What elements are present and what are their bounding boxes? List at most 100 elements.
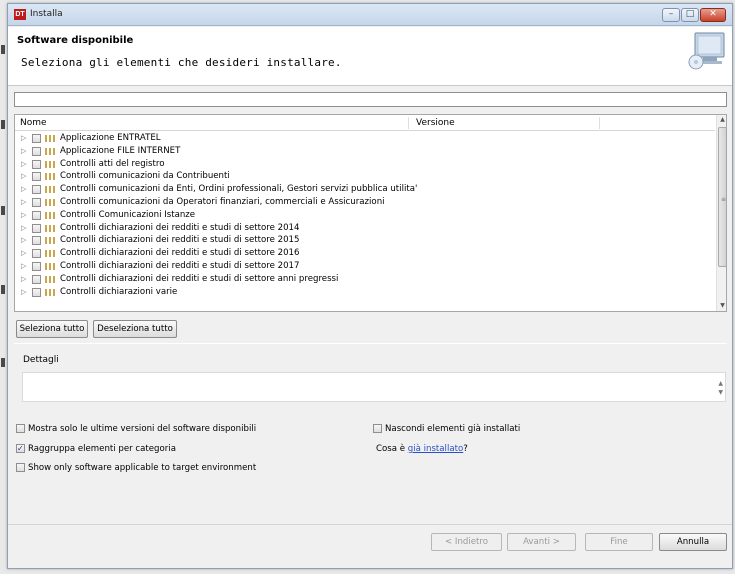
page-subtitle: Seleziona gli elementi che desideri inst… (21, 56, 342, 69)
tree-row[interactable]: ▷ Controlli comunicazioni da Enti, Ordini… (15, 183, 715, 196)
row-label: Controlli dichiarazioni dei redditi e st… (60, 273, 339, 284)
expand-arrow-icon[interactable]: ▷ (21, 160, 27, 168)
package-icon (45, 288, 55, 296)
tree-row[interactable]: ▷ Controlli comunicazioni da Operatori fi… (15, 196, 715, 209)
select-all-button[interactable]: Seleziona tutto (16, 320, 88, 338)
row-label: Controlli comunicazioni da Enti, Ordini … (60, 184, 418, 195)
row-checkbox[interactable] (32, 223, 41, 233)
option-latest-versions[interactable]: Mostra solo le ultime versioni del softw… (16, 424, 256, 434)
row-checkbox[interactable] (32, 210, 41, 220)
hide-installed-label: Nascondi elementi già installati (385, 424, 521, 434)
tree-row[interactable]: ▷ Controlli dichiarazioni dei redditi e s… (15, 247, 715, 260)
target-environment-label: Show only software applicable to target … (28, 463, 257, 473)
maximize-button[interactable]: □ (681, 8, 699, 22)
row-label: Controlli dichiarazioni dei redditi e st… (60, 260, 300, 271)
tree-header: Nome Versione (15, 115, 715, 131)
row-label: Controlli dichiarazioni dei redditi e st… (60, 235, 300, 246)
row-label: Controlli dichiarazioni dei redditi e st… (60, 222, 300, 233)
package-icon (45, 173, 55, 181)
scrollbar-thumb[interactable]: ≡ (718, 127, 726, 267)
expand-arrow-icon[interactable]: ▷ (21, 198, 27, 206)
expand-arrow-icon[interactable]: ▷ (21, 288, 27, 296)
title-bar: DT Installa – □ ✕ (8, 4, 732, 26)
expand-arrow-icon[interactable]: ▷ (21, 262, 27, 270)
column-divider[interactable] (408, 117, 409, 129)
expand-arrow-icon[interactable]: ▷ (21, 275, 27, 283)
expand-arrow-icon[interactable]: ▷ (21, 172, 27, 180)
deselect-all-button[interactable]: Deseleziona tutto (93, 320, 177, 338)
tree-row[interactable]: ▷ Controlli dichiarazioni varie (15, 286, 715, 299)
close-button[interactable]: ✕ (700, 8, 726, 22)
row-checkbox[interactable] (32, 261, 41, 271)
installed-note-prefix: Cosa è (376, 444, 408, 454)
expand-arrow-icon[interactable]: ▷ (21, 134, 27, 142)
column-header-version[interactable]: Versione (416, 118, 455, 128)
column-divider[interactable] (599, 117, 600, 129)
row-label: Controlli dichiarazioni dei redditi e st… (60, 248, 300, 259)
row-checkbox[interactable] (32, 197, 41, 207)
tree-row[interactable]: ▷ Controlli Comunicazioni Istanze (15, 209, 715, 222)
expand-arrow-icon[interactable]: ▷ (21, 185, 27, 193)
scroll-up-arrow-icon[interactable]: ▲ (717, 115, 726, 125)
column-header-name[interactable]: Nome (20, 118, 47, 128)
tree-rows: ▷ Applicazione ENTRATEL ▷ Applicazione FIL… (15, 132, 715, 298)
expand-arrow-icon[interactable]: ▷ (21, 224, 27, 232)
row-checkbox[interactable] (32, 287, 41, 297)
option-target-environment[interactable]: Show only software applicable to target … (16, 463, 256, 473)
package-icon (45, 237, 55, 245)
next-button[interactable]: Avanti > (507, 533, 576, 551)
back-button[interactable]: < Indietro (431, 533, 502, 551)
tree-row[interactable]: ▷ Controlli dichiarazioni dei redditi e s… (15, 273, 715, 286)
group-by-category-label: Raggruppa elementi per categoria (28, 444, 176, 454)
expand-arrow-icon[interactable]: ▷ (21, 211, 27, 219)
tree-row[interactable]: ▷ Controlli dichiarazioni dei redditi e s… (15, 260, 715, 273)
row-label: Applicazione ENTRATEL (60, 133, 161, 143)
row-checkbox[interactable] (32, 274, 41, 284)
hide-installed-checkbox[interactable] (373, 424, 382, 433)
already-installed-link[interactable]: già installato (408, 444, 463, 454)
scroll-down-arrow-icon[interactable]: ▼ (717, 301, 726, 311)
option-group-by-category[interactable]: Raggruppa elementi per categoria (16, 444, 176, 454)
package-icon (45, 224, 55, 232)
target-environment-checkbox[interactable] (16, 463, 25, 472)
row-label: Controlli atti del registro (60, 158, 165, 169)
group-by-category-checkbox[interactable] (16, 444, 25, 453)
row-checkbox[interactable] (32, 146, 41, 156)
latest-versions-label: Mostra solo le ultime versioni del softw… (28, 424, 257, 434)
tree-row[interactable]: ▷ Controlli comunicazioni da Contribuenti (15, 170, 715, 183)
installed-note-suffix: ? (463, 444, 468, 454)
row-label: Controlli Comunicazioni Istanze (60, 209, 196, 220)
tree-row[interactable]: ▷ Controlli atti del registro (15, 158, 715, 171)
row-checkbox[interactable] (32, 249, 41, 259)
expand-arrow-icon[interactable]: ▷ (21, 147, 27, 155)
software-tree[interactable]: Nome Versione ▷ Applicazione ENTRATEL ▷ Ap… (14, 114, 727, 312)
details-area[interactable]: ▲ ▼ (22, 372, 726, 402)
row-label: Controlli comunicazioni da Contribuenti (60, 171, 230, 182)
package-icon (45, 160, 55, 168)
row-checkbox[interactable] (32, 185, 41, 195)
tree-row[interactable]: ▷ Applicazione ENTRATEL (15, 132, 715, 145)
application-icon: DT (14, 9, 26, 20)
cancel-button[interactable]: Annulla (659, 533, 727, 551)
latest-versions-checkbox[interactable] (16, 424, 25, 433)
finish-button[interactable]: Fine (585, 533, 653, 551)
tree-row[interactable]: ▷ Applicazione FILE INTERNET (15, 145, 715, 158)
monitor-cd-icon (688, 32, 725, 70)
filter-input[interactable] (14, 92, 727, 107)
footer-separator (8, 524, 732, 525)
row-checkbox[interactable] (32, 172, 41, 182)
details-scroll-arrows-icon[interactable]: ▲ ▼ (718, 379, 723, 397)
tree-row[interactable]: ▷ Controlli dichiarazioni dei redditi e s… (15, 234, 715, 247)
package-icon (45, 211, 55, 219)
option-hide-installed[interactable]: Nascondi elementi già installati (373, 424, 520, 434)
expand-arrow-icon[interactable]: ▷ (21, 249, 27, 257)
page-title: Software disponibile (17, 35, 134, 46)
row-checkbox[interactable] (32, 159, 41, 169)
expand-arrow-icon[interactable]: ▷ (21, 236, 27, 244)
row-checkbox[interactable] (32, 236, 41, 246)
row-checkbox[interactable] (32, 134, 41, 143)
package-icon (45, 275, 55, 283)
tree-scrollbar[interactable]: ▲ ≡ ▼ (716, 115, 726, 311)
tree-row[interactable]: ▷ Controlli dichiarazioni dei redditi e s… (15, 222, 715, 235)
minimize-button[interactable]: – (662, 8, 680, 22)
